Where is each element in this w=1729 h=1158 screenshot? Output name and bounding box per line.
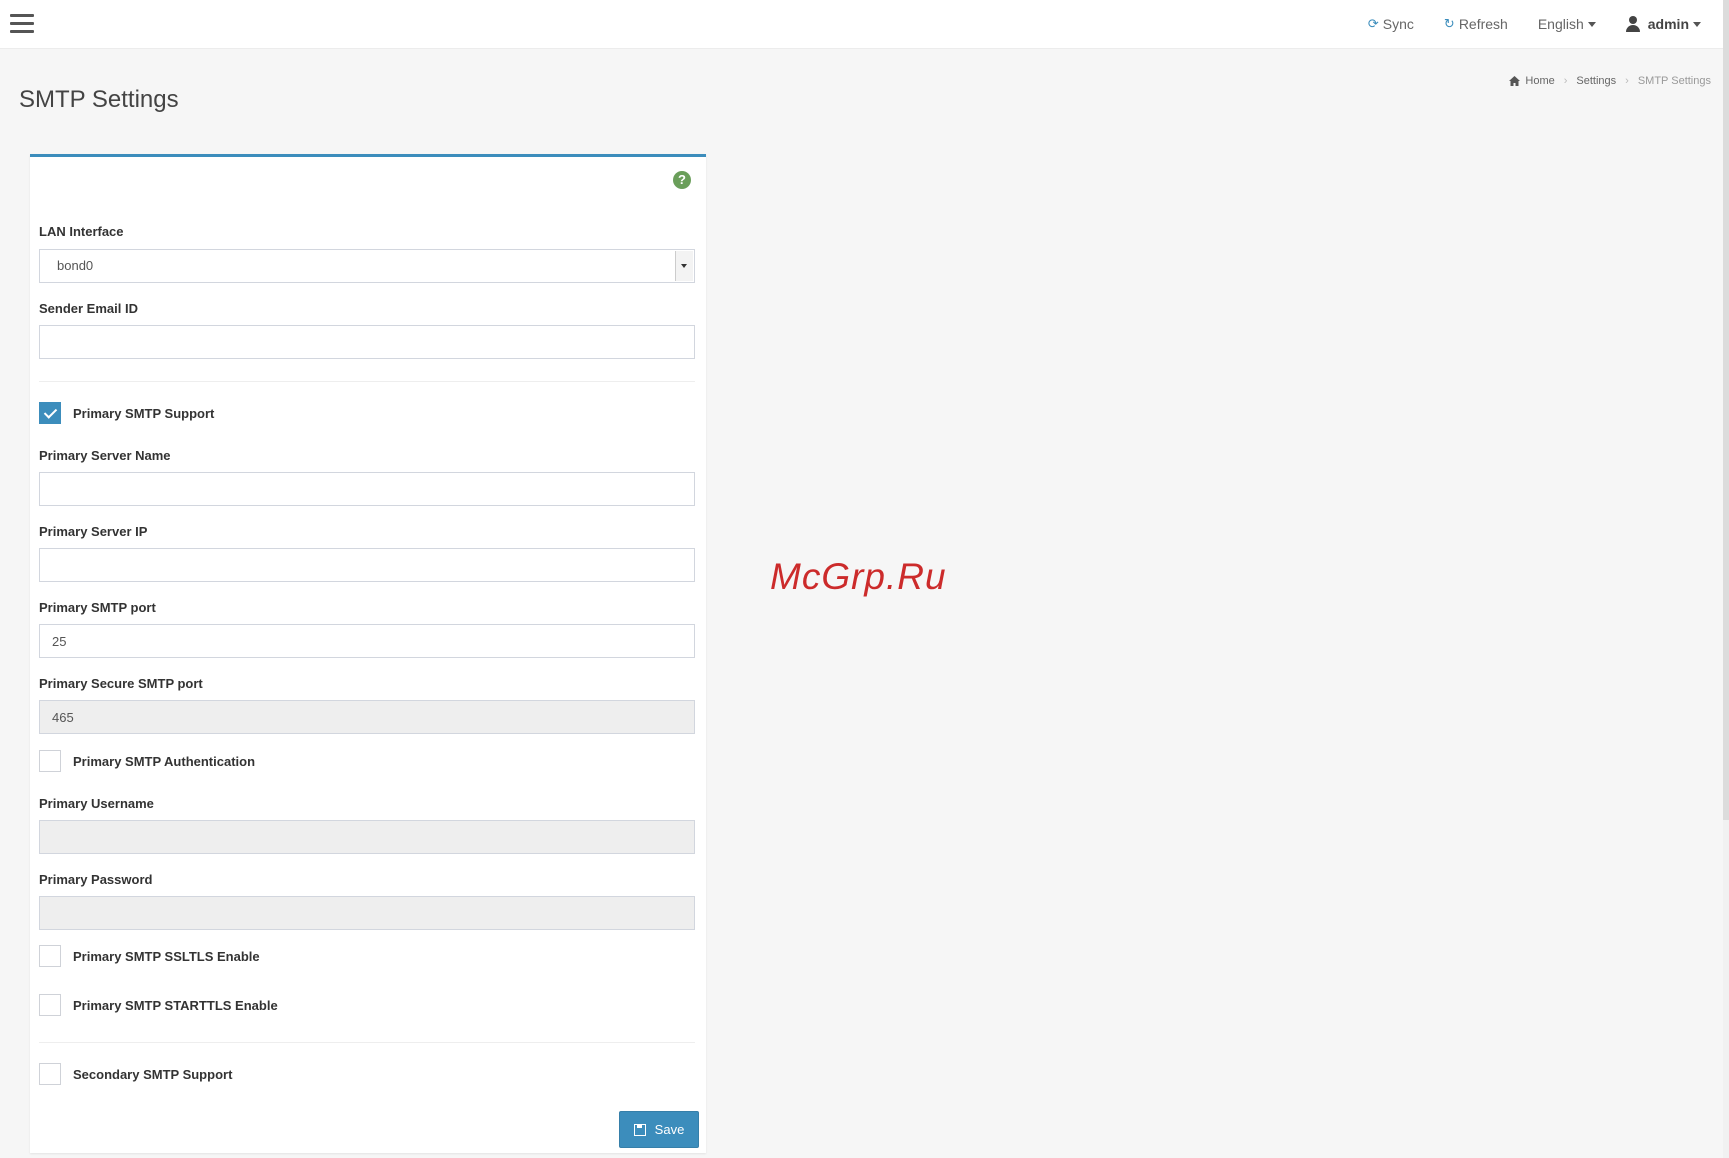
divider — [39, 381, 695, 382]
secondary-support-row: Secondary SMTP Support — [39, 1063, 232, 1085]
refresh-button[interactable]: ↻ Refresh — [1444, 16, 1508, 32]
primary-password-input — [39, 896, 695, 930]
primary-server-name-label: Primary Server Name — [39, 448, 171, 463]
breadcrumb-separator: › — [1563, 75, 1568, 87]
smtp-settings-panel: ? LAN Interface bond0 Sender Email ID Pr… — [30, 154, 706, 1153]
sender-email-input[interactable] — [39, 325, 695, 359]
primary-username-label: Primary Username — [39, 796, 154, 811]
navbar-right: ⟳ Sync ↻ Refresh English admin — [1338, 0, 1701, 48]
lan-interface-label: LAN Interface — [39, 224, 124, 239]
primary-auth-row: Primary SMTP Authentication — [39, 750, 255, 772]
primary-secure-port-input — [39, 700, 695, 734]
language-label: English — [1537, 16, 1584, 32]
primary-ssltls-checkbox[interactable] — [39, 945, 61, 967]
primary-ssltls-row: Primary SMTP SSLTLS Enable — [39, 945, 260, 967]
page-scrollbar[interactable] — [1723, 0, 1729, 1158]
secondary-support-label: Secondary SMTP Support — [73, 1066, 233, 1082]
primary-starttls-checkbox[interactable] — [39, 994, 61, 1016]
primary-server-name-input[interactable] — [39, 472, 695, 506]
primary-auth-label: Primary SMTP Authentication — [73, 753, 256, 769]
sender-email-label: Sender Email ID — [39, 301, 138, 316]
breadcrumb-home[interactable]: Home — [1525, 75, 1554, 87]
scrollbar-thumb[interactable] — [1723, 0, 1729, 820]
hamburger-menu-icon[interactable] — [10, 14, 34, 34]
primary-starttls-label: Primary SMTP STARTTLS Enable — [73, 997, 278, 1013]
save-icon — [633, 1123, 646, 1136]
language-dropdown[interactable]: English — [1538, 16, 1596, 32]
primary-smtp-port-label: Primary SMTP port — [39, 600, 156, 615]
user-menu[interactable]: admin — [1625, 16, 1701, 32]
primary-smtp-port-input[interactable] — [39, 624, 695, 658]
primary-username-input — [39, 820, 695, 854]
sync-button[interactable]: ⟳ Sync — [1368, 16, 1414, 32]
primary-smtp-support-label: Primary SMTP Support — [73, 405, 215, 421]
chevron-down-icon — [1587, 21, 1596, 27]
divider — [39, 1042, 695, 1043]
primary-server-ip-label: Primary Server IP — [39, 524, 148, 539]
lan-interface-value: bond0 — [57, 258, 94, 273]
primary-server-ip-input[interactable] — [39, 548, 695, 582]
breadcrumb: Home › Settings › SMTP Settings — [1509, 75, 1711, 87]
lan-interface-select[interactable]: bond0 — [39, 249, 695, 283]
breadcrumb-separator: › — [1625, 75, 1629, 87]
primary-starttls-row: Primary SMTP STARTTLS Enable — [39, 994, 278, 1016]
page-title: SMTP Settings — [19, 86, 179, 113]
breadcrumb-current: SMTP Settings — [1637, 75, 1711, 87]
refresh-label: Refresh — [1458, 16, 1508, 32]
save-label: Save — [654, 1122, 685, 1137]
refresh-icon: ↻ — [1443, 16, 1455, 31]
primary-secure-port-label: Primary Secure SMTP port — [39, 676, 203, 691]
user-label: admin — [1647, 16, 1689, 32]
user-icon — [1625, 16, 1640, 32]
sync-icon: ⟳ — [1367, 16, 1379, 31]
top-navbar: ⟳ Sync ↻ Refresh English admin — [0, 0, 1729, 49]
dropdown-arrow-icon[interactable] — [675, 251, 693, 281]
home-icon — [1509, 76, 1521, 86]
secondary-support-checkbox[interactable] — [39, 1063, 61, 1085]
chevron-down-icon — [1693, 21, 1701, 27]
breadcrumb-settings[interactable]: Settings — [1576, 75, 1616, 87]
primary-smtp-support-checkbox[interactable] — [39, 402, 61, 424]
watermark-text: McGrp.Ru — [770, 556, 947, 597]
help-icon[interactable]: ? — [673, 171, 691, 189]
primary-smtp-support-row: Primary SMTP Support — [39, 402, 214, 424]
save-button[interactable]: Save — [619, 1111, 699, 1148]
primary-auth-checkbox[interactable] — [39, 750, 61, 772]
sync-label: Sync — [1382, 16, 1414, 32]
primary-ssltls-label: Primary SMTP SSLTLS Enable — [73, 948, 260, 964]
primary-password-label: Primary Password — [39, 872, 153, 887]
